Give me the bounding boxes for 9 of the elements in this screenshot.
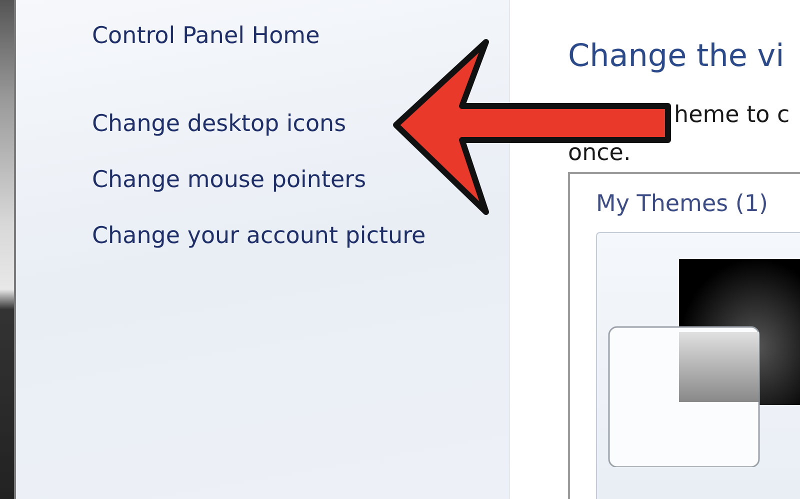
sidebar-link[interactable]: Change mouse pointers xyxy=(92,164,366,196)
theme-tile[interactable] xyxy=(596,232,800,499)
sidebar-link[interactable]: Change desktop icons xyxy=(92,108,346,140)
group-heading: My Themes (1) xyxy=(596,190,768,219)
sidebar-link[interactable]: Change your account picture xyxy=(92,220,426,252)
description-text: heme to c xyxy=(674,101,790,130)
description-text: once. xyxy=(568,139,631,168)
sidebar-link[interactable]: Control Panel Home xyxy=(92,20,320,52)
page-title: Change the vi xyxy=(568,37,786,76)
